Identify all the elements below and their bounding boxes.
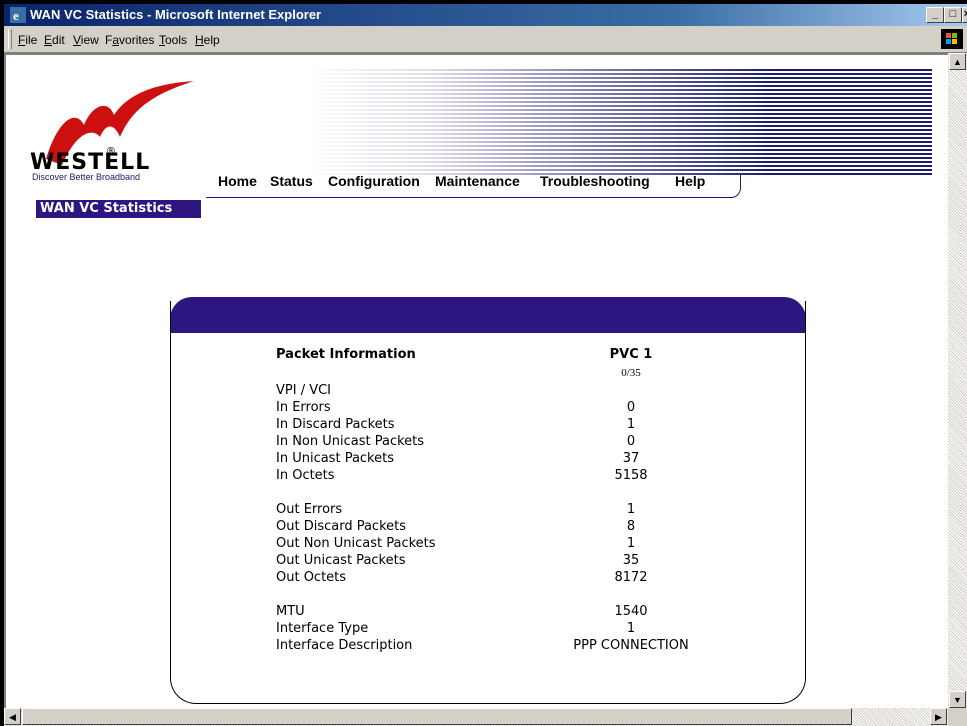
minimize-button[interactable]: _ (926, 7, 944, 23)
horizontal-scrollbar[interactable]: ◀ ▶ (4, 708, 948, 726)
scroll-right-arrow-icon[interactable]: ▶ (930, 708, 947, 725)
row-label: Out Discard Packets (276, 519, 407, 534)
row-label: MTU (276, 604, 305, 619)
row-label: In Non Unicast Packets (276, 434, 425, 449)
top-navigation: Home Status Configuration Maintenance Tr… (206, 173, 746, 203)
nav-troubleshooting[interactable]: Troubleshooting (540, 173, 650, 189)
browser-window: e WAN VC Statistics - Microsoft Internet… (4, 4, 967, 726)
menu-bar: File Edit View Favorites Tools Help (4, 26, 967, 53)
stats-panel (170, 301, 806, 704)
row-value: 1540 (614, 604, 648, 619)
row-value: PPP CONNECTION (573, 638, 689, 653)
row-value: 1 (626, 621, 636, 636)
row-value: 1 (626, 536, 636, 551)
header-packet-information: Packet Information (276, 347, 416, 362)
menu-file[interactable]: File (18, 33, 37, 47)
header-pvc: PVC 1 (609, 347, 653, 362)
menu-view[interactable]: View (73, 33, 99, 47)
row-label: In Octets (276, 468, 335, 483)
page-title: WAN VC Statistics (36, 200, 201, 218)
menu-edit[interactable]: Edit (44, 33, 65, 47)
row-label: Interface Description (276, 638, 413, 653)
row-label: Interface Type (276, 621, 369, 636)
nav-status[interactable]: Status (270, 173, 313, 189)
menu-tools[interactable]: Tools (159, 33, 187, 47)
maximize-button[interactable]: □ (944, 7, 962, 23)
row-value: 0 (626, 434, 636, 449)
header-stripes-fade (306, 69, 932, 177)
screen-frame: e WAN VC Statistics - Microsoft Internet… (0, 0, 967, 726)
row-value: 35 (622, 553, 640, 568)
row-label: Out Unicast Packets (276, 553, 406, 568)
title-bar: e WAN VC Statistics - Microsoft Internet… (4, 4, 967, 26)
scroll-down-arrow-icon[interactable]: ▼ (949, 691, 966, 708)
scroll-left-arrow-icon[interactable]: ◀ (4, 708, 21, 725)
vpi-vci-label: VPI / VCI (276, 383, 332, 398)
row-value: 5158 (614, 468, 648, 483)
windows-flag-icon (941, 29, 963, 49)
menu-grip (8, 29, 12, 49)
nav-home[interactable]: Home (218, 173, 257, 189)
row-label: Out Octets (276, 570, 347, 585)
row-value: 8172 (614, 570, 648, 585)
nav-maintenance[interactable]: Maintenance (435, 173, 520, 189)
internet-explorer-icon: e (10, 7, 26, 23)
row-value: 8 (626, 519, 636, 534)
row-value: 0 (626, 400, 636, 415)
nav-configuration[interactable]: Configuration (328, 173, 420, 189)
row-value: 1 (626, 417, 636, 432)
row-label: Out Non Unicast Packets (276, 536, 436, 551)
vpi-vci-value: 0/35 (621, 367, 641, 379)
page-content: ® WESTELL Discover Better Broadband Home… (4, 53, 948, 708)
menu-favorites[interactable]: Favorites (105, 33, 154, 47)
window-title: WAN VC Statistics - Microsoft Internet E… (30, 7, 322, 22)
svg-text:e: e (13, 8, 19, 23)
row-value: 1 (626, 502, 636, 517)
row-label: In Discard Packets (276, 417, 395, 432)
row-label: In Errors (276, 400, 331, 415)
horizontal-scroll-thumb[interactable] (22, 708, 852, 725)
row-label: In Unicast Packets (276, 451, 394, 466)
row-value: 37 (622, 451, 640, 466)
scroll-up-arrow-icon[interactable]: ▲ (949, 53, 966, 70)
row-label: Out Errors (276, 502, 343, 517)
vertical-scrollbar[interactable]: ▲ ▼ (948, 53, 967, 708)
nav-help[interactable]: Help (675, 173, 705, 189)
menu-help[interactable]: Help (195, 33, 220, 47)
brand-tagline: Discover Better Broadband (32, 172, 141, 182)
close-button[interactable]: × (962, 7, 967, 23)
